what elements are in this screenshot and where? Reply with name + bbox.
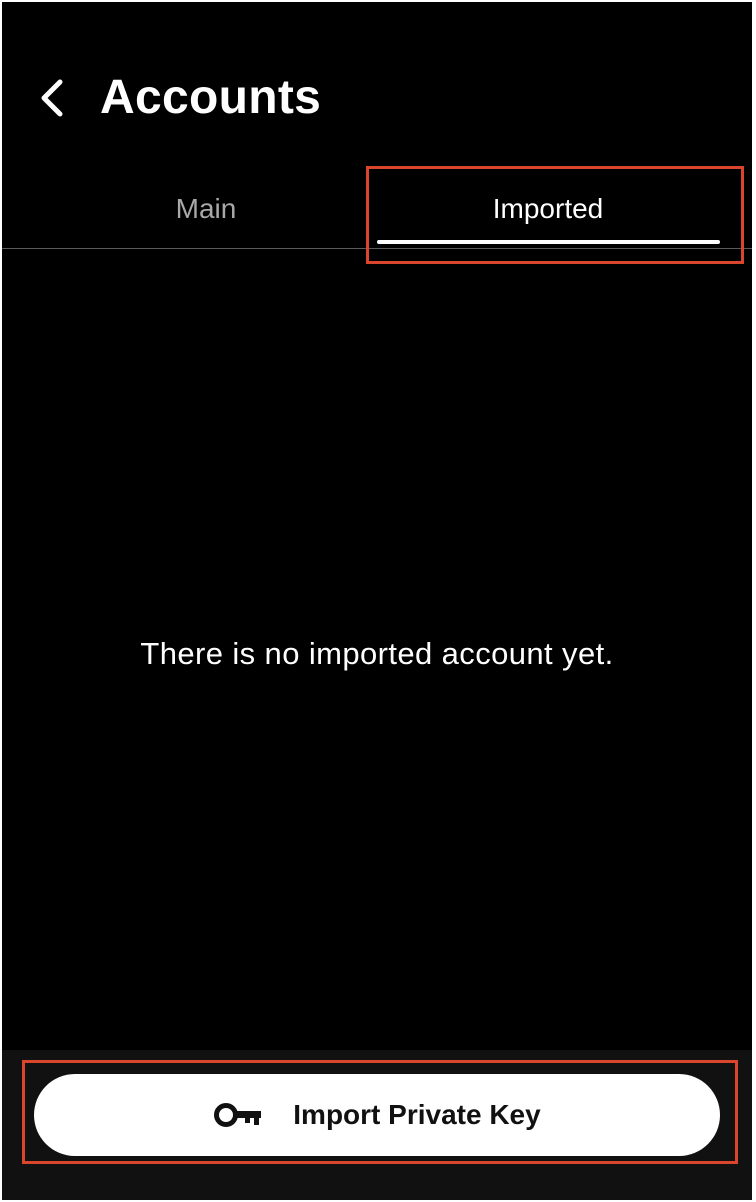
chevron-left-icon: [41, 79, 63, 117]
import-private-key-label: Import Private Key: [293, 1099, 541, 1130]
back-button[interactable]: [28, 72, 76, 124]
footer: Import Private Key: [2, 1050, 752, 1200]
tab-main-label: Main: [175, 193, 237, 224]
tab-bar: Main Imported: [2, 170, 752, 249]
empty-state-message: There is no imported account yet.: [140, 636, 614, 671]
import-private-key-button[interactable]: Import Private Key: [34, 1074, 720, 1156]
active-tab-indicator: [377, 240, 720, 244]
key-icon: [213, 1101, 267, 1129]
tab-main[interactable]: Main: [30, 170, 382, 248]
accounts-panel: Accounts Main Imported There is no impor…: [2, 2, 752, 1200]
tab-imported[interactable]: Imported: [376, 170, 720, 248]
tab-imported-label: Imported: [492, 193, 604, 224]
page-title: Accounts: [100, 71, 322, 124]
header: Accounts: [2, 2, 752, 162]
